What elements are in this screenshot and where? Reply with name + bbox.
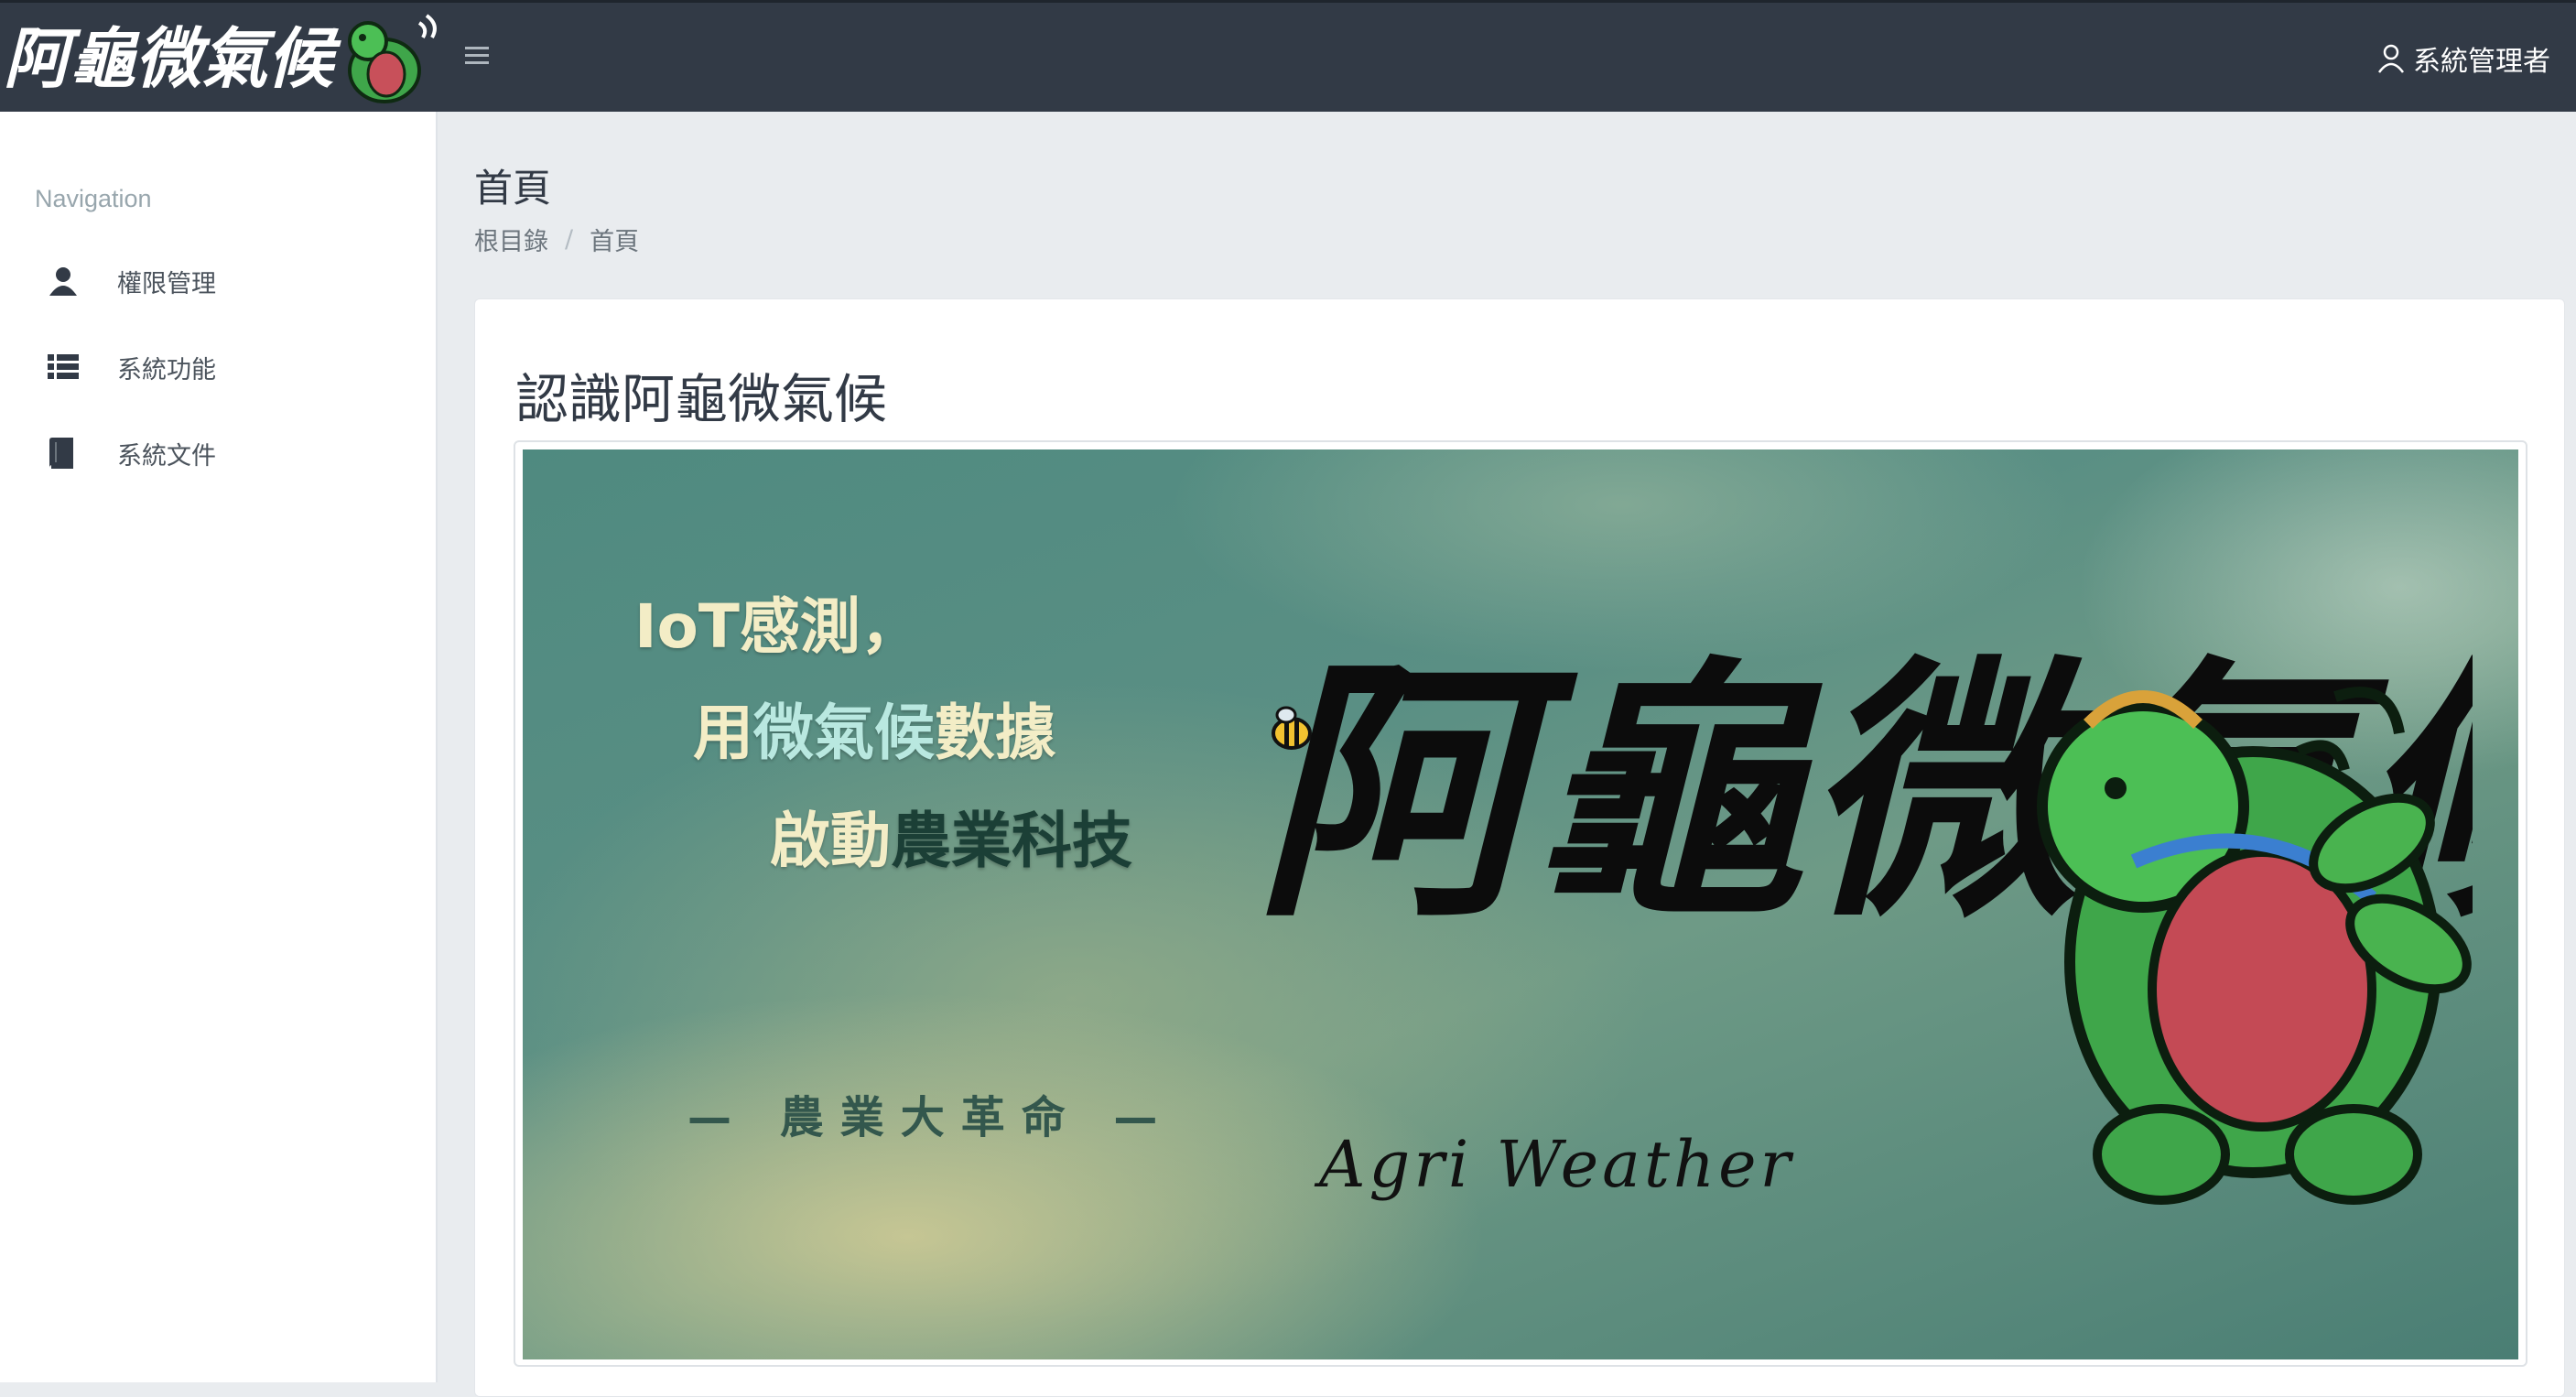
banner-frame: IoT感測， 用微氣候數據 啟動農業科技 — 農業大革命 — 阿龜微氣候 — [514, 440, 2527, 1367]
banner-logo-subtitle: Agri Weather — [1319, 1127, 1794, 1202]
breadcrumb-separator: / — [565, 225, 574, 254]
list-icon — [35, 349, 93, 385]
sidebar: Navigation 權限管理 系統功能 系統文件 — [0, 112, 438, 1382]
user-menu[interactable]: 系統管理者 — [2375, 36, 2550, 81]
sidebar-item-permissions[interactable]: 權限管理 — [35, 249, 419, 313]
menu-toggle-button[interactable] — [458, 36, 498, 76]
banner-image: IoT感測， 用微氣候數據 啟動農業科技 — 農業大革命 — 阿龜微氣候 — [523, 449, 2518, 1359]
sidebar-item-documents[interactable]: 系統文件 — [35, 421, 419, 485]
breadcrumb-root-link[interactable]: 根目錄 — [474, 222, 548, 257]
top-navbar: 阿龜微氣候 系統管理者 — [0, 0, 2576, 112]
banner-slogan-line3: 啟動農業科技 — [770, 806, 1132, 876]
user-name: 系統管理者 — [2413, 46, 2550, 78]
sidebar-item-functions[interactable]: 系統功能 — [35, 335, 419, 399]
user-icon — [2377, 44, 2405, 73]
sidebar-item-label: 系統功能 — [117, 355, 216, 384]
hamburger-icon — [465, 47, 489, 64]
breadcrumb: 根目錄 / 首頁 — [474, 222, 639, 257]
banner-slogan-line1: IoT感測， — [634, 591, 921, 662]
book-icon — [35, 435, 93, 471]
banner-slogan-line2: 用微氣候數據 — [693, 698, 1055, 768]
nav-section-title: Navigation — [35, 185, 152, 212]
card-title: 認識阿龜微氣候 — [515, 368, 888, 430]
sidebar-item-label: 系統文件 — [117, 441, 216, 471]
user-icon — [35, 263, 93, 299]
breadcrumb-current: 首頁 — [590, 228, 640, 256]
brand-logo[interactable]: 阿龜微氣候 — [0, 3, 439, 112]
sidebar-item-label: 權限管理 — [117, 269, 216, 298]
intro-card: 認識阿龜微氣候 IoT感測， 用微氣候數據 啟動農業科技 — 農業大革命 — 阿… — [474, 298, 2565, 1397]
brand-text: 阿龜微氣候 — [4, 19, 341, 97]
page-title: 首頁 — [474, 166, 552, 211]
banner-sub-slogan: — 農業大革命 — — [687, 1092, 1174, 1143]
